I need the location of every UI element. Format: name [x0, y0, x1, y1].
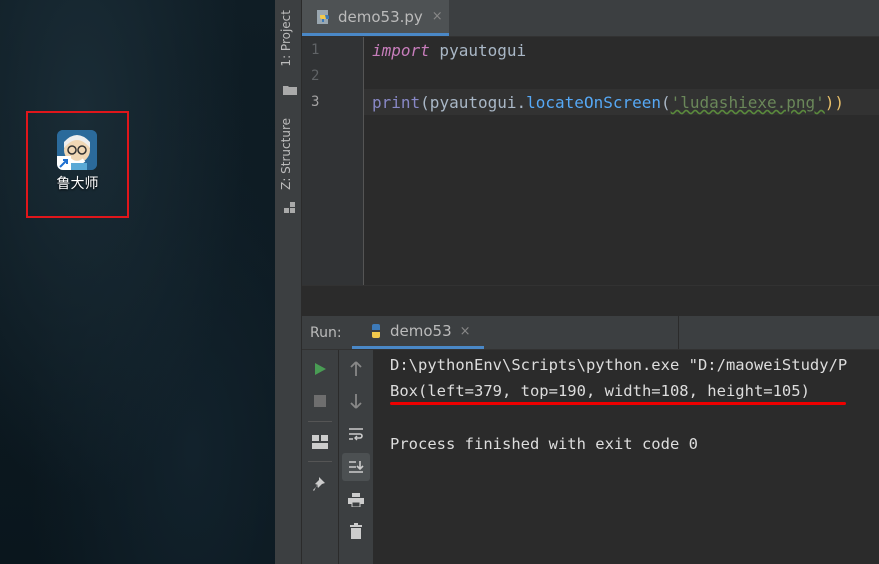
run-toolbar-right [339, 350, 374, 564]
structure-icon [284, 199, 296, 213]
keyword-import: import [372, 41, 430, 60]
code-line-3: print(pyautogui.locateOnScreen('ludashie… [372, 93, 844, 112]
scroll-to-end-icon[interactable] [342, 453, 370, 481]
line-number: 3 [311, 94, 320, 110]
desktop: 鲁大师 [0, 0, 275, 564]
console-line-command: D:\pythonEnv\Scripts\python.exe "D:/maow… [390, 356, 848, 374]
close-tab-icon[interactable]: × [432, 9, 443, 24]
desktop-icon-label: 鲁大师 [56, 176, 99, 192]
soft-wrap-icon[interactable] [345, 423, 367, 445]
project-tool-tab[interactable]: 1: Project [279, 10, 293, 67]
module-name: pyautogui [429, 41, 527, 60]
close-run-tab-icon[interactable]: × [460, 324, 471, 339]
run-tab-label: demo53 [390, 322, 452, 340]
trash-icon[interactable] [345, 520, 367, 542]
pycharm-window: 1: Project Z: Structure demo53.py × 1 2 … [275, 0, 879, 564]
console-line-result: Box(left=379, top=190, width=108, height… [390, 382, 810, 400]
stop-icon[interactable] [309, 390, 331, 412]
code-editor[interactable]: import pyautogui print(pyautogui.locateO… [364, 37, 879, 285]
line-number-gutter: 1 2 3 [302, 37, 364, 285]
run-console-output[interactable]: D:\pythonEnv\Scripts\python.exe "D:/maow… [374, 350, 879, 564]
rerun-icon[interactable] [309, 358, 331, 380]
divider [308, 421, 332, 422]
divider [678, 316, 679, 349]
string-literal: 'ludashiexe.png' [670, 93, 825, 112]
editor-tab-label: demo53.py [338, 7, 423, 26]
editor-tab-bar: demo53.py × [302, 0, 879, 37]
arrow-up-icon[interactable] [345, 358, 367, 380]
pin-icon[interactable] [309, 473, 331, 495]
python-file-icon [316, 9, 332, 25]
editor-tab-demo53[interactable]: demo53.py × [302, 0, 449, 36]
divider [308, 461, 332, 462]
ludashi-desktop-shortcut[interactable]: 鲁大师 [26, 111, 129, 218]
line-number: 2 [311, 68, 320, 84]
line-number: 1 [311, 42, 320, 58]
builtin-print: print [372, 93, 421, 112]
red-underline-annotation [390, 402, 846, 405]
run-tool-header: Run: demo53 × [302, 316, 879, 350]
code-token: (pyautogui. [420, 93, 527, 112]
print-icon[interactable] [345, 489, 367, 511]
code-line-1: import pyautogui [372, 41, 526, 60]
run-toolbar-left [302, 350, 339, 564]
code-token: ( [661, 93, 671, 112]
console-line-exit: Process finished with exit code 0 [390, 435, 698, 453]
code-token: )) [824, 93, 845, 112]
method-name: locateOnScreen [526, 93, 661, 112]
ludashi-app-icon [57, 130, 97, 170]
structure-tool-tab[interactable]: Z: Structure [279, 118, 293, 190]
run-label: Run: [310, 325, 342, 341]
python-icon [368, 323, 384, 339]
run-tab-demo53[interactable]: demo53 × [352, 316, 484, 349]
editor-bottom-space [302, 285, 879, 317]
project-folder-icon [283, 80, 297, 95]
left-tool-strip: 1: Project Z: Structure [275, 0, 302, 564]
arrow-down-icon[interactable] [345, 390, 367, 412]
layout-icon[interactable] [309, 431, 331, 453]
